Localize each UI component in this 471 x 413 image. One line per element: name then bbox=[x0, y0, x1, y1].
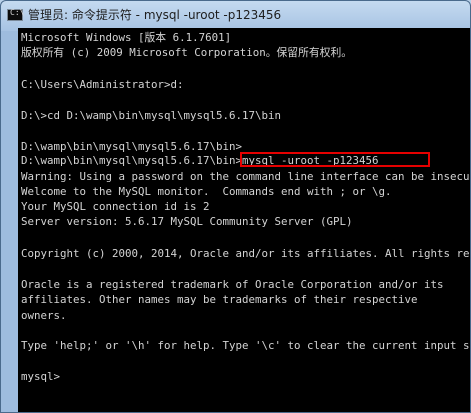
console-line: Copyright (c) 2000, 2014, Oracle and/or … bbox=[21, 247, 471, 260]
console-line: Server version: 5.6.17 MySQL Community S… bbox=[21, 215, 353, 228]
mysql-prompt[interactable]: mysql> bbox=[21, 369, 60, 384]
console-line: Your MySQL connection id is 2 bbox=[21, 200, 210, 213]
title-bar[interactable]: C:\ 管理员: 命令提示符 - mysql -uroot -p123456 bbox=[1, 1, 470, 28]
command-highlight-box bbox=[240, 152, 430, 167]
console-line: Warning: Using a password on the command… bbox=[21, 170, 471, 183]
console-icon: C:\ bbox=[7, 8, 24, 21]
console-line: Oracle is a registered trademark of Orac… bbox=[21, 278, 444, 291]
console-line: C:\Users\Administrator>d: bbox=[21, 78, 184, 91]
cmd-window: C:\ 管理员: 命令提示符 - mysql -uroot -p123456 M… bbox=[0, 0, 471, 413]
window-title: 管理员: 命令提示符 - mysql -uroot -p123456 bbox=[28, 8, 282, 22]
console-line: D:\>cd D:\wamp\bin\mysql\mysql5.6.17\bin bbox=[21, 109, 282, 122]
console-line: Type 'help;' or '\h' for help. Type '\c'… bbox=[21, 339, 470, 352]
console-line: Welcome to the MySQL monitor. Commands e… bbox=[21, 185, 392, 198]
console-line: D:\wamp\bin\mysql\mysql5.6.17\bin> bbox=[21, 140, 243, 153]
console-line: owners. bbox=[21, 309, 67, 322]
console-line: affiliates. Other names may be trademark… bbox=[21, 293, 418, 306]
console-output[interactable]: Microsoft Windows [版本 6.1.7601] 版权所有 (c)… bbox=[18, 28, 471, 412]
console-line: 版权所有 (c) 2009 Microsoft Corporation。保留所有… bbox=[21, 46, 353, 59]
console-line: Microsoft Windows [版本 6.1.7601] bbox=[21, 31, 232, 44]
